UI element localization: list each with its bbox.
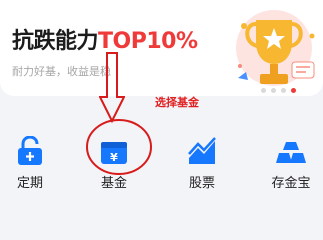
highlight-circle-annotation: [86, 119, 152, 175]
carousel-dot[interactable]: [281, 88, 286, 93]
nav-item-gold[interactable]: 存金宝: [256, 136, 323, 191]
nav-label: 股票: [188, 176, 215, 191]
lock-icon: [18, 136, 42, 165]
carousel-dot[interactable]: [261, 88, 266, 93]
nav-label: 存金宝: [271, 176, 311, 191]
nav-item-fixed-term[interactable]: 定期: [0, 136, 65, 191]
nav-label: 定期: [16, 176, 43, 191]
down-arrow-annotation-icon: [99, 52, 125, 123]
carousel-dot[interactable]: [271, 88, 276, 93]
trend-chart-icon: [188, 137, 216, 164]
carousel-indicator: [261, 88, 296, 93]
annotation-label: 选择基金: [155, 96, 199, 109]
banner-subtitle: 耐力好基，收益是稳: [12, 65, 111, 78]
promo-banner[interactable]: 抗跌能力TOP10% 耐力好基，收益是稳: [0, 0, 323, 96]
carousel-dot-active[interactable]: [291, 88, 296, 93]
nav-item-stock[interactable]: 股票: [167, 136, 237, 191]
trophy-icon: [236, 10, 315, 86]
banner-title-main: 抗跌能力: [12, 29, 99, 54]
gold-bars-icon: [276, 142, 306, 163]
quick-nav-row: 定期 ¥ 基金 股票 存金宝: [0, 122, 323, 202]
